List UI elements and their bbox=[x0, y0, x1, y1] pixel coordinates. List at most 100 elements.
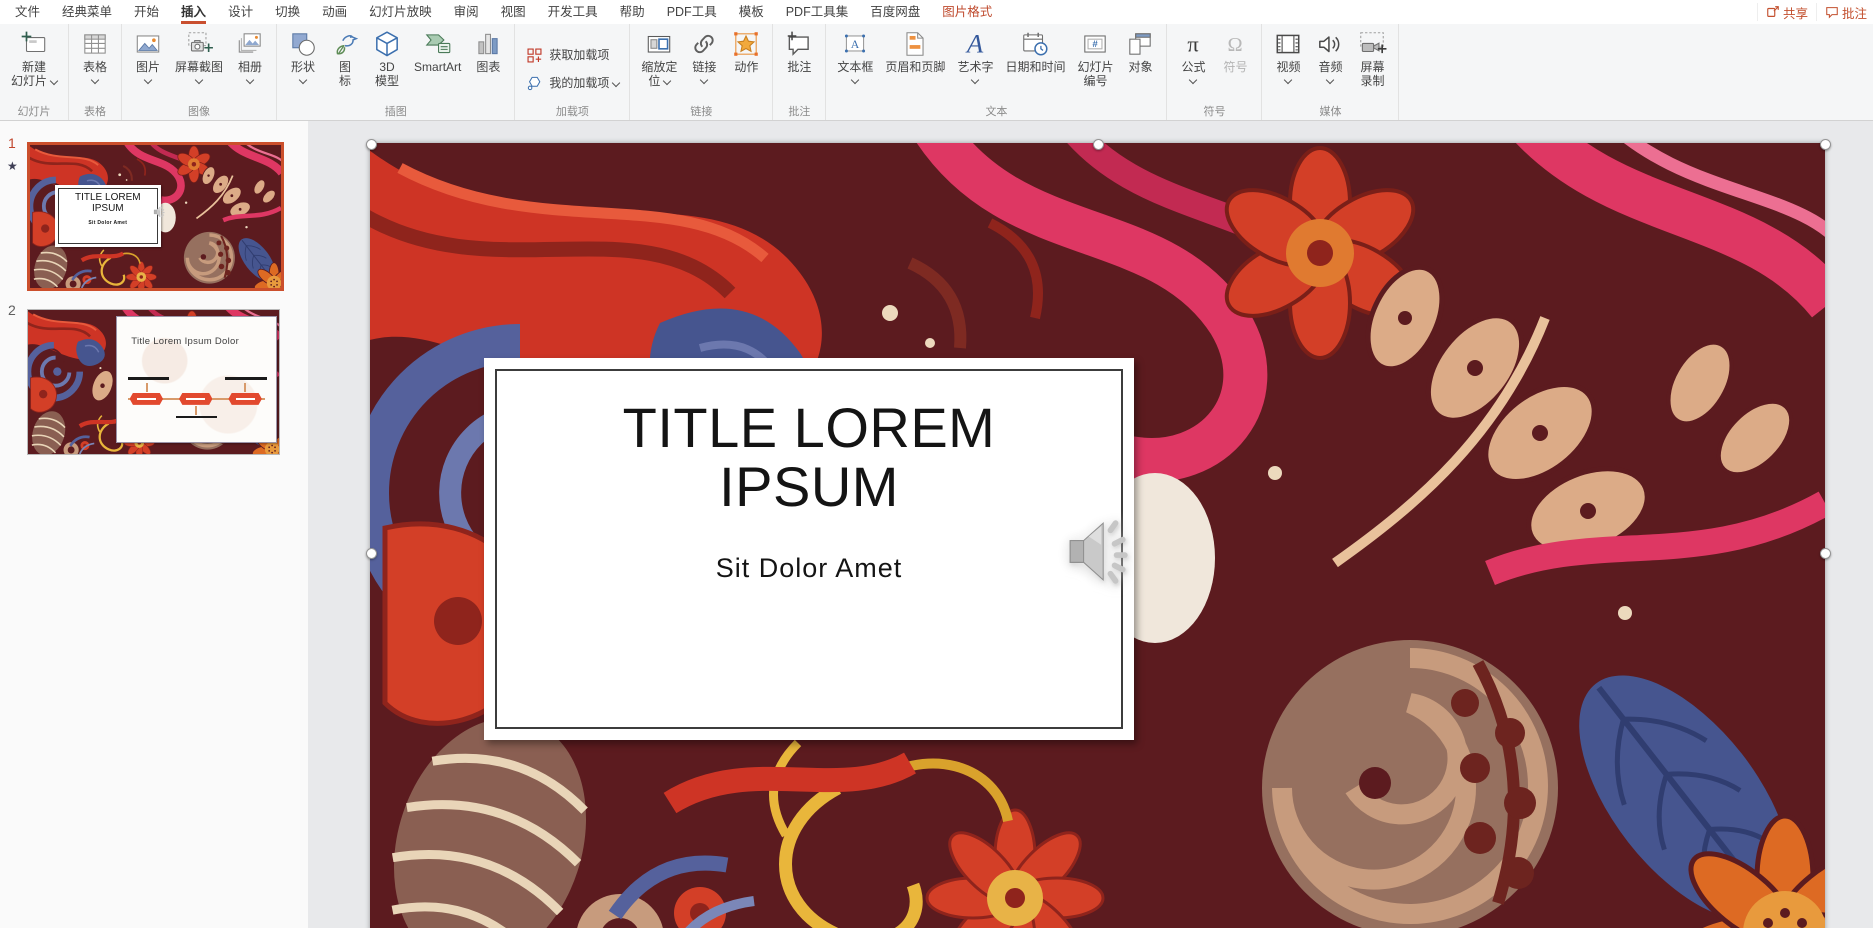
ribbon-button-形状[interactable]: 形状 bbox=[282, 27, 324, 85]
audio-icon bbox=[1315, 29, 1345, 59]
screenshot-icon bbox=[184, 29, 214, 59]
share-button[interactable]: 共享 bbox=[1757, 3, 1816, 21]
slide-canvas[interactable]: TITLE LOREM IPSUM Sit Dolor Amet bbox=[370, 143, 1825, 928]
slide-2-timeline-note bbox=[128, 377, 169, 380]
ribbon-button-label: SmartArt bbox=[414, 60, 461, 74]
menu-tab-设计[interactable]: 设计 bbox=[217, 0, 264, 24]
ribbon-button-图标[interactable]: 图 标 bbox=[324, 27, 366, 90]
menu-tab-经典菜单[interactable]: 经典菜单 bbox=[51, 0, 123, 24]
my-addins-icon bbox=[525, 74, 544, 93]
ribbon-button-公式[interactable]: π 公式 bbox=[1172, 27, 1214, 85]
ribbon-button-label: 公式 bbox=[1181, 60, 1205, 74]
ribbon-button-对象[interactable]: 对象 bbox=[1119, 27, 1161, 76]
audio-speaker-icon[interactable] bbox=[1064, 513, 1130, 591]
slide-thumbnail-1[interactable]: TITLE LOREM IPSUM Sit Dolor Amet bbox=[27, 142, 284, 291]
slide-2-timeline-item bbox=[228, 393, 261, 405]
ribbon-group-label: 加载项 bbox=[515, 103, 629, 119]
ribbon-button-表格[interactable]: 表格 bbox=[74, 27, 116, 85]
ribbon-button-label: 动作 bbox=[734, 60, 758, 74]
menu-right-actions: 共享 批注 bbox=[1757, 0, 1873, 24]
ribbon-button-label: 艺术字 bbox=[957, 60, 993, 74]
ribbon-button-label: 文本框 bbox=[837, 60, 873, 74]
menu-tab-幻灯片放映[interactable]: 幻灯片放映 bbox=[358, 0, 443, 24]
ribbon-button-新建幻灯片[interactable]: 新建 幻灯片 bbox=[5, 27, 63, 90]
menu-tab-动画[interactable]: 动画 bbox=[311, 0, 358, 24]
menu-tab-审阅[interactable]: 审阅 bbox=[443, 0, 490, 24]
slide-2-timeline-item bbox=[179, 393, 212, 405]
ribbon-group-幻灯片: 新建 幻灯片幻灯片 bbox=[0, 24, 69, 120]
ribbon-button-我的加载项[interactable]: 我的加载项 bbox=[520, 73, 624, 94]
selection-handle-middle-left[interactable] bbox=[366, 548, 377, 559]
photo-album-icon bbox=[235, 29, 265, 59]
ribbon-button-缩放定位[interactable]: 缩放定 位 bbox=[635, 27, 683, 90]
shapes-icon bbox=[288, 29, 318, 59]
comment-button[interactable]: 批注 bbox=[1816, 3, 1873, 21]
menu-tab-切换[interactable]: 切换 bbox=[264, 0, 311, 24]
ribbon-group-文本: A文本框页眉和页脚A艺术字日期和时间#幻灯片 编号对象文本 bbox=[826, 24, 1167, 120]
menu-tab-开始[interactable]: 开始 bbox=[123, 0, 170, 24]
slide-2-timeline-note bbox=[176, 416, 217, 419]
ribbon-button-链接[interactable]: 链接 bbox=[683, 27, 725, 85]
menu-tab-百度网盘[interactable]: 百度网盘 bbox=[859, 0, 931, 24]
slide-2-title: Title Lorem Ipsum Dolor bbox=[131, 336, 239, 347]
ribbon-button-3D模型[interactable]: 3D 模型 bbox=[366, 27, 408, 90]
ribbon-button-label: 相册 bbox=[238, 60, 262, 74]
menu-tab-视图[interactable]: 视图 bbox=[490, 0, 537, 24]
ribbon-button-SmartArt[interactable]: SmartArt bbox=[408, 27, 467, 76]
ribbon-button-视频[interactable]: 视频 bbox=[1267, 27, 1309, 85]
menu-tab-PDF工具[interactable]: PDF工具 bbox=[656, 0, 728, 24]
menu-tab-开发工具[interactable]: 开发工具 bbox=[537, 0, 609, 24]
ribbon-button-文本框[interactable]: A文本框 bbox=[831, 27, 879, 85]
ribbon: 新建 幻灯片幻灯片表格表格图片屏幕截图相册图像形状图 标3D 模型SmartAr… bbox=[0, 24, 1873, 121]
ribbon-button-相册[interactable]: 相册 bbox=[229, 27, 271, 85]
ribbon-button-艺术字[interactable]: A艺术字 bbox=[951, 27, 999, 85]
ribbon-button-label: 批注 bbox=[787, 60, 811, 74]
selection-handle-top-left[interactable] bbox=[366, 139, 377, 150]
menu-tab-插入[interactable]: 插入 bbox=[170, 0, 217, 24]
ribbon-group-符号: π公式Ω符号符号 bbox=[1167, 24, 1262, 120]
zoom-link-icon bbox=[644, 29, 674, 59]
menu-tab-PDF工具集[interactable]: PDF工具集 bbox=[775, 0, 860, 24]
date-time-icon bbox=[1020, 29, 1050, 59]
slide-1-title-box: TITLE LOREM IPSUM Sit Dolor Amet bbox=[55, 185, 160, 246]
title-placeholder[interactable]: TITLE LOREM IPSUM Sit Dolor Amet bbox=[484, 358, 1134, 740]
link-icon bbox=[689, 29, 719, 59]
ribbon-button-获取加载项[interactable]: 获取加载项 bbox=[520, 45, 614, 66]
comment-icon bbox=[784, 29, 814, 59]
menu-tab-图片格式[interactable]: 图片格式 bbox=[931, 0, 1003, 24]
ribbon-button-label: 我的加载项 bbox=[549, 76, 619, 90]
ribbon-button-图片[interactable]: 图片 bbox=[127, 27, 169, 85]
ribbon-button-日期和时间[interactable]: 日期和时间 bbox=[999, 27, 1071, 76]
slide-thumbnail-2[interactable]: Title Lorem Ipsum Dolor bbox=[27, 309, 280, 455]
selection-handle-top-center[interactable] bbox=[1093, 139, 1104, 150]
selection-handle-top-right[interactable] bbox=[1820, 139, 1831, 150]
chevron-down-icon bbox=[700, 76, 708, 84]
ribbon-button-页眉和页脚[interactable]: 页眉和页脚 bbox=[879, 27, 951, 76]
title-placeholder-frame bbox=[495, 369, 1123, 729]
svg-text:π: π bbox=[1188, 32, 1200, 57]
ribbon-button-音频[interactable]: 音频 bbox=[1309, 27, 1351, 85]
selection-handle-middle-right[interactable] bbox=[1820, 548, 1831, 559]
ribbon-button-屏幕录制[interactable]: 屏幕 录制 bbox=[1351, 27, 1393, 90]
ribbon-group-label: 符号 bbox=[1167, 103, 1261, 119]
menu-tab-模板[interactable]: 模板 bbox=[728, 0, 775, 24]
chevron-down-icon bbox=[971, 76, 979, 84]
ribbon-button-动作[interactable]: 动作 bbox=[725, 27, 767, 76]
ribbon-group-label: 媒体 bbox=[1262, 103, 1398, 119]
chevron-down-icon bbox=[663, 77, 671, 85]
chart-icon bbox=[473, 29, 503, 59]
ribbon-button-label: 图表 bbox=[476, 60, 500, 74]
ribbon-button-幻灯片编号[interactable]: #幻灯片 编号 bbox=[1071, 27, 1119, 90]
menu-tab-文件[interactable]: 文件 bbox=[4, 0, 51, 24]
ribbon-button-批注[interactable]: 批注 bbox=[778, 27, 820, 76]
ribbon-group-表格: 表格表格 bbox=[69, 24, 122, 120]
menu-tab-帮助[interactable]: 帮助 bbox=[609, 0, 656, 24]
ribbon-button-label: 新建 幻灯片 bbox=[11, 60, 57, 88]
smartart-icon bbox=[423, 29, 453, 59]
chevron-down-icon bbox=[246, 76, 254, 84]
3d-model-icon bbox=[372, 29, 402, 59]
chevron-down-icon bbox=[144, 76, 152, 84]
ribbon-button-图表[interactable]: 图表 bbox=[467, 27, 509, 76]
ribbon-button-屏幕截图[interactable]: 屏幕截图 bbox=[169, 27, 229, 85]
new-slide-icon bbox=[19, 29, 49, 59]
